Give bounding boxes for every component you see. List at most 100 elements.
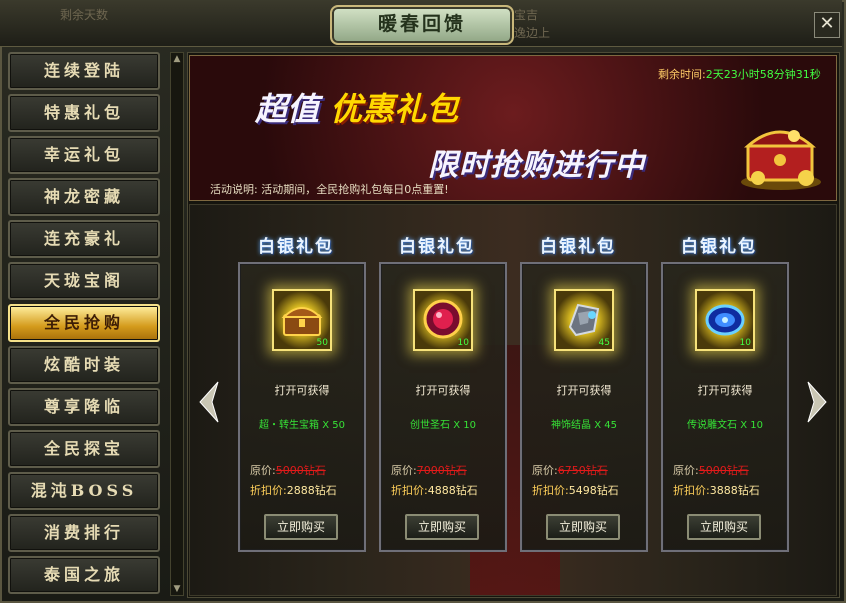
open-to-get-label: 打开可获得 [697, 384, 753, 397]
product-title: 白银礼包 [258, 237, 334, 257]
sidebar-item-thailand-trip[interactable]: 泰国之旅 [8, 556, 160, 594]
sidebar-item-label: 尊享降临 [43, 397, 124, 416]
window-title-plate: 暖春回馈 [330, 5, 514, 45]
sidebar-item-dragon-treasure[interactable]: 神龙密藏 [8, 178, 160, 216]
crystal-shard-icon [568, 303, 600, 337]
original-price: 原价:7000钻石 [391, 462, 467, 478]
product-title: 白银礼包 [681, 237, 757, 257]
buy-now-button[interactable]: 立即购买 [405, 514, 479, 540]
item-slot[interactable]: 10 [413, 289, 473, 351]
product-card: 50 打开可获得 超・转生宝箱 X 50 原价:5000钻石 折扣价:2888钻… [238, 262, 366, 552]
event-description: 活动说明: 活动期间，全民抢购礼包每日0点重置! [210, 183, 449, 196]
original-price-value: 6750钻石 [557, 464, 608, 477]
title-bar: 剩余天数 宝吉 逸边上 暖春回馈 ✕ [0, 0, 842, 47]
sidebar-item-label: 全民探宝 [43, 439, 124, 458]
original-price-value: 5000钻石 [698, 464, 749, 477]
discount-price: 折扣价:2888钻石 [250, 482, 337, 498]
item-quantity: 10 [457, 338, 469, 348]
discount-price-label: 折扣价: [250, 484, 287, 497]
discount-price-label: 折扣价: [673, 484, 710, 497]
rune-stone-icon [705, 304, 745, 336]
product-card: 10 打开可获得 传说雕文石 X 10 原价:5000钻石 折扣价:3888钻石… [661, 262, 789, 552]
scroll-down-icon[interactable]: ▼ [172, 584, 182, 594]
sidebar-item-label: 炫酷时装 [43, 355, 124, 374]
original-price-value: 7000钻石 [416, 464, 467, 477]
discount-price-value: 2888钻石 [286, 484, 337, 497]
item-quantity: 50 [316, 338, 328, 348]
original-price-label: 原价: [250, 464, 276, 477]
promo-banner: 剩余时间:2天23小时58分钟31秒 超值 优惠礼包 限时抢购进行中 活动说明:… [189, 55, 837, 201]
open-to-get-label: 打开可获得 [556, 384, 612, 397]
sidebar-item-special-gift[interactable]: 特惠礼包 [8, 94, 160, 132]
buy-now-button[interactable]: 立即购买 [687, 514, 761, 540]
sidebar-item-label: 神龙密藏 [43, 187, 124, 206]
product-card: 10 打开可获得 创世圣石 X 10 原价:7000钻石 折扣价:4888钻石 … [379, 262, 507, 552]
item-name: 创世圣石 X 10 [410, 420, 476, 431]
sidebar-item-label: 幸运礼包 [43, 145, 124, 164]
timer-label: 剩余时间: [658, 68, 706, 81]
sidebar-item-chaos-boss[interactable]: 混沌BOSS [8, 472, 160, 510]
ghost-text-right-2: 逸边上 [514, 26, 551, 40]
sidebar-item-fashion[interactable]: 炫酷时装 [8, 346, 160, 384]
item-slot[interactable]: 45 [554, 289, 614, 351]
sidebar-item-treasure-hunt[interactable]: 全民探宝 [8, 430, 160, 468]
sidebar-item-label: 全民抢购 [43, 313, 124, 332]
open-to-get-label: 打开可获得 [415, 384, 471, 397]
original-price-label: 原价: [673, 464, 699, 477]
ghost-text-left: 剩余天数 [60, 8, 109, 22]
scroll-up-icon[interactable]: ▲ [172, 54, 182, 64]
countdown-timer: 剩余时间:2天23小时58分钟31秒 [658, 66, 821, 82]
sidebar-item-continuous-login[interactable]: 连续登陆 [8, 52, 160, 90]
item-slot[interactable]: 10 [695, 289, 755, 351]
window-title: 暖春回馈 [377, 13, 466, 35]
sidebar-scrollbar[interactable]: ▲ ▼ [170, 52, 184, 596]
discount-price: 折扣价:5498钻石 [532, 482, 619, 498]
discount-price-value: 4888钻石 [427, 484, 478, 497]
banner-subheadline: 限时抢购进行中 [428, 148, 645, 183]
item-quantity: 10 [739, 338, 751, 348]
close-button[interactable]: ✕ [814, 12, 840, 38]
sidebar-item-treasure-pavilion[interactable]: 天珑宝阁 [8, 262, 160, 300]
sidebar-item-vip-arrival[interactable]: 尊享降临 [8, 388, 160, 426]
original-price: 原价:6750钻石 [532, 462, 608, 478]
discount-price: 折扣价:4888钻石 [391, 482, 478, 498]
close-icon: ✕ [819, 13, 835, 34]
sidebar-item-flash-sale[interactable]: 全民抢购 [8, 304, 160, 342]
discount-price-label: 折扣价: [391, 484, 428, 497]
original-price: 原价:5000钻石 [250, 462, 326, 478]
sidebar-item-recharge-reward[interactable]: 连充豪礼 [8, 220, 160, 258]
sidebar-item-label: 消费排行 [43, 523, 124, 542]
sidebar-item-label: 连续登陆 [43, 61, 124, 80]
discount-price-value: 3888钻石 [709, 484, 760, 497]
open-to-get-label: 打开可获得 [274, 384, 330, 397]
original-price: 原价:5000钻石 [673, 462, 749, 478]
discount-price-label: 折扣价: [532, 484, 569, 497]
discount-price-value: 5498钻石 [568, 484, 619, 497]
gold-treasure-chest-icon [741, 130, 821, 190]
buy-now-button[interactable]: 立即购买 [264, 514, 338, 540]
banner-headline-highlight: 优惠礼包 [330, 90, 459, 128]
item-slot[interactable]: 50 [272, 289, 332, 351]
treasure-chest-icon [281, 307, 323, 336]
discount-price: 折扣价:3888钻石 [673, 482, 760, 498]
sidebar-item-lucky-gift[interactable]: 幸运礼包 [8, 136, 160, 174]
sidebar-item-spending-rank[interactable]: 消费排行 [8, 514, 160, 552]
banner-headline-prefix: 超值 [255, 90, 320, 128]
sidebar-item-label: 泰国之旅 [43, 565, 124, 584]
sidebar-item-label: 混沌BOSS [30, 481, 138, 500]
banner-headline: 超值 优惠礼包 [255, 84, 458, 130]
prev-page-arrow-icon[interactable] [196, 380, 222, 424]
item-name: 超・转生宝箱 X 50 [259, 420, 345, 431]
sidebar-item-label: 天珑宝阁 [43, 271, 124, 290]
product-card: 45 打开可获得 神饰结晶 X 45 原价:6750钻石 折扣价:5498钻石 … [520, 262, 648, 552]
sidebar-item-label: 连充豪礼 [43, 229, 124, 248]
item-name: 神饰结晶 X 45 [551, 420, 617, 431]
buy-now-button[interactable]: 立即购买 [546, 514, 620, 540]
ruby-gem-icon [423, 299, 463, 339]
item-quantity: 45 [598, 338, 610, 348]
next-page-arrow-icon[interactable] [804, 380, 830, 424]
original-price-label: 原价: [391, 464, 417, 477]
product-title: 白银礼包 [540, 237, 616, 257]
sidebar-item-label: 特惠礼包 [43, 103, 124, 122]
product-title: 白银礼包 [399, 237, 475, 257]
